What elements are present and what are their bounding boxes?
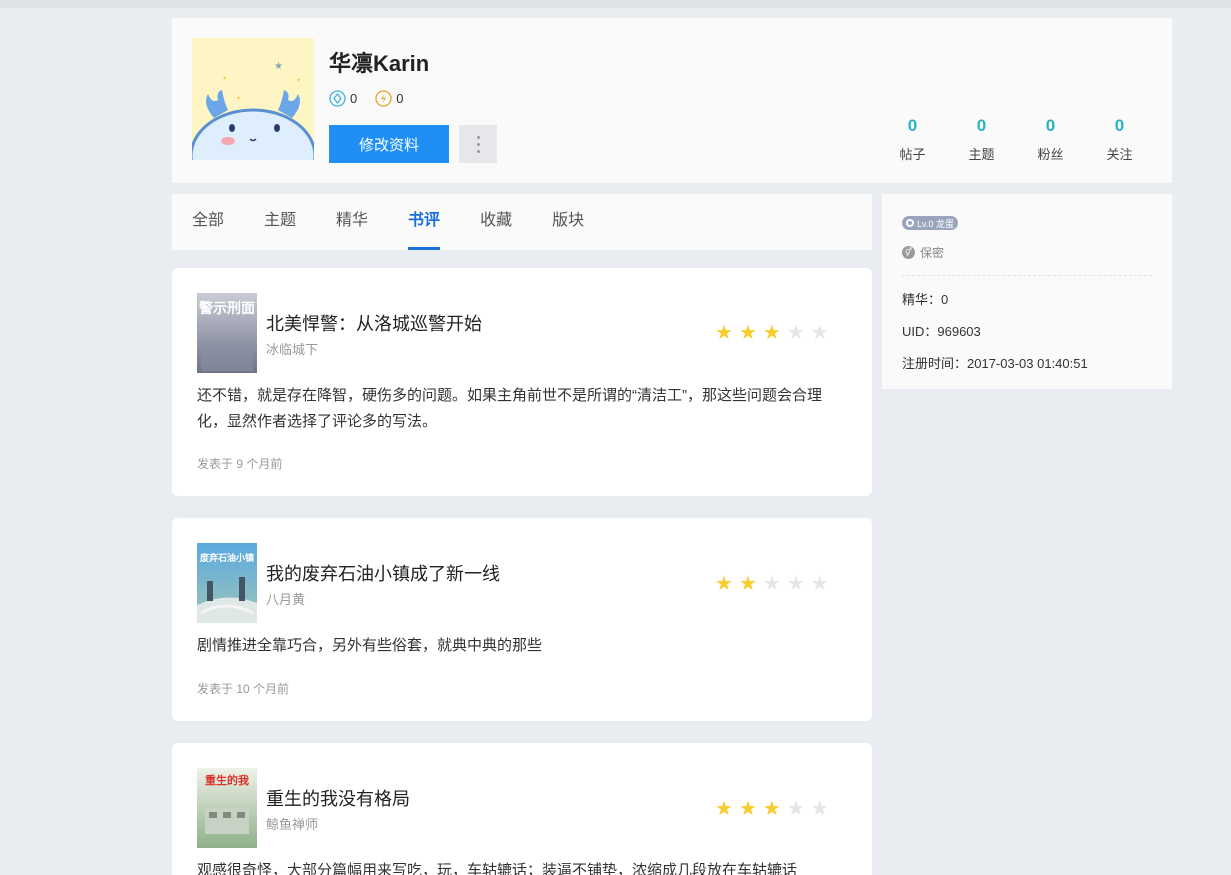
stat-posts[interactable]: 0 帖子 — [878, 116, 947, 163]
star-icon: ★ — [715, 322, 733, 344]
tab-all[interactable]: 全部 — [192, 194, 224, 250]
rating-stars: ★ ★ ★ ★ ★ — [715, 323, 829, 343]
tab-essence[interactable]: 精华 — [336, 194, 368, 250]
star-icon: ★ — [738, 798, 757, 820]
review-card: 重生的我 重生的我没有格局 鲸鱼禅师 ★ ★ ★ ★ ★ 观感很奇怪，大部分篇幅用来写吃… — [172, 743, 872, 875]
gender-row: ⚥ 保密 — [902, 244, 1152, 261]
stat-following[interactable]: 0 关注 — [1085, 116, 1154, 163]
dragon-avatar-icon: ★ ✦ ✦ ✦ — [192, 38, 314, 160]
diamond-count: 0 — [350, 91, 358, 106]
review-content: 还不错，就是存在降智，硬伤多的问题。如果主角前世不是所谓的“清洁工”，那这些问题… — [197, 387, 822, 430]
coin-count: 0 — [396, 91, 404, 106]
user-info-card: Lv.0 龙蛋 ⚥ 保密 精华：0 UID：969603 注册时间：2017-0… — [882, 194, 1172, 389]
gear-icon — [906, 219, 914, 227]
star-icon: ★ — [762, 573, 781, 595]
stat-topics[interactable]: 0 主题 — [947, 116, 1016, 163]
tab-topics[interactable]: 主题 — [264, 194, 296, 250]
review-content: 剧情推进全靠巧合，另外有些俗套，就典中典的那些 — [197, 637, 543, 654]
stat-posts-num: 0 — [907, 116, 918, 135]
stat-following-num: 0 — [1114, 116, 1125, 135]
review-time: 发表于 10 个月前 — [197, 682, 290, 696]
svg-text:✦: ✦ — [236, 95, 241, 102]
book-author[interactable]: 鲸鱼禅师 — [266, 814, 318, 833]
diamond-icon — [329, 90, 346, 107]
rating-stars: ★ ★ ★ ★ ★ — [715, 574, 829, 594]
stat-fans-label: 粉丝 — [1037, 147, 1064, 162]
star-icon: ★ — [810, 573, 829, 595]
stat-following-label: 关注 — [1106, 147, 1133, 162]
level-badge[interactable]: Lv.0 龙蛋 — [902, 216, 958, 230]
diamond-badge[interactable]: 0 — [329, 90, 357, 107]
essence-count: 精华：0 — [902, 292, 949, 307]
avatar[interactable]: ★ ✦ ✦ ✦ — [192, 38, 314, 160]
stat-fans[interactable]: 0 粉丝 — [1016, 116, 1085, 163]
profile-tabs: 全部 主题 精华 书评 收藏 版块 — [172, 194, 872, 250]
star-icon: ★ — [786, 573, 805, 595]
username: 华凛Karin — [329, 51, 430, 76]
stat-topics-label: 主题 — [968, 147, 995, 162]
star-icon: ★ — [715, 573, 733, 595]
book-author[interactable]: 冰临城下 — [266, 339, 318, 358]
profile-card: ★ ✦ ✦ ✦ 华凛Karin 0 0 修改资料 0 帖子 0 主题 0 粉丝 … — [172, 18, 1172, 183]
star-icon: ★ — [738, 573, 757, 595]
coin-badge[interactable]: 0 — [375, 90, 403, 107]
book-cover-image-icon: 警示刑面 — [197, 293, 257, 373]
svg-text:★: ★ — [274, 61, 283, 72]
divider — [902, 275, 1152, 276]
book-title[interactable]: 我的废弃石油小镇成了新一线 — [266, 560, 500, 586]
star-icon: ★ — [738, 322, 757, 344]
review-card: 警示刑面 北美悍警：从洛城巡警开始 冰临城下 ★ ★ ★ ★ ★ 还不错，就是存在降智，… — [172, 268, 872, 496]
svg-text:✦: ✦ — [296, 77, 301, 84]
gender-text: 保密 — [920, 246, 945, 260]
top-border — [0, 0, 1231, 8]
star-icon: ★ — [762, 798, 781, 820]
star-icon: ★ — [762, 322, 781, 344]
book-title[interactable]: 重生的我没有格局 — [266, 785, 410, 811]
star-icon: ★ — [786, 322, 805, 344]
tab-favorites[interactable]: 收藏 — [480, 194, 512, 250]
cover-text: 废弃石油小镇 — [200, 552, 254, 564]
review-time: 发表于 9 个月前 — [197, 457, 283, 471]
star-icon: ★ — [715, 798, 733, 820]
tab-boards[interactable]: 版块 — [552, 194, 584, 250]
book-title[interactable]: 北美悍警：从洛城巡警开始 — [266, 310, 482, 336]
coin-icon — [375, 90, 392, 107]
star-icon: ★ — [810, 322, 829, 344]
book-cover[interactable]: 重生的我 — [197, 768, 257, 848]
review-content: 观感很奇怪，大部分篇幅用来写吃，玩，车轱辘话；装逼不铺垫，浓缩成几段放在车轱辘话 — [197, 862, 798, 875]
rating-stars: ★ ★ ★ ★ ★ — [715, 799, 829, 819]
book-cover[interactable]: 警示刑面 — [197, 293, 257, 373]
level-text: Lv.0 龙蛋 — [917, 218, 954, 229]
book-cover-image-icon: 重生的我 — [197, 768, 257, 848]
edit-profile-button[interactable]: 修改资料 — [329, 125, 449, 163]
cover-text: 重生的我 — [205, 773, 249, 787]
tab-book-reviews[interactable]: 书评 — [408, 194, 441, 250]
gender-icon: ⚥ — [902, 246, 915, 259]
cover-text: 警示刑面 — [199, 300, 255, 317]
star-icon: ★ — [810, 798, 829, 820]
more-vertical-icon[interactable] — [459, 125, 497, 163]
user-uid: UID：969603 — [902, 324, 981, 339]
stat-fans-num: 0 — [1045, 116, 1056, 135]
stat-posts-label: 帖子 — [899, 147, 926, 162]
review-card: 废弃石油小镇 我的废弃石油小镇成了新一线 八月黄 ★ ★ ★ ★ ★ 剧情推进全靠巧合，… — [172, 518, 872, 721]
profile-stats: 0 帖子 0 主题 0 粉丝 0 关注 — [878, 116, 1154, 163]
currency-badges: 0 0 — [329, 90, 403, 107]
register-time: 注册时间：2017-03-03 01:40:51 — [902, 356, 1088, 371]
book-cover[interactable]: 废弃石油小镇 — [197, 543, 257, 623]
book-author[interactable]: 八月黄 — [266, 589, 305, 608]
stat-topics-num: 0 — [976, 116, 987, 135]
svg-text:✦: ✦ — [222, 75, 227, 82]
book-cover-image-icon: 废弃石油小镇 — [197, 543, 257, 623]
star-icon: ★ — [786, 798, 805, 820]
